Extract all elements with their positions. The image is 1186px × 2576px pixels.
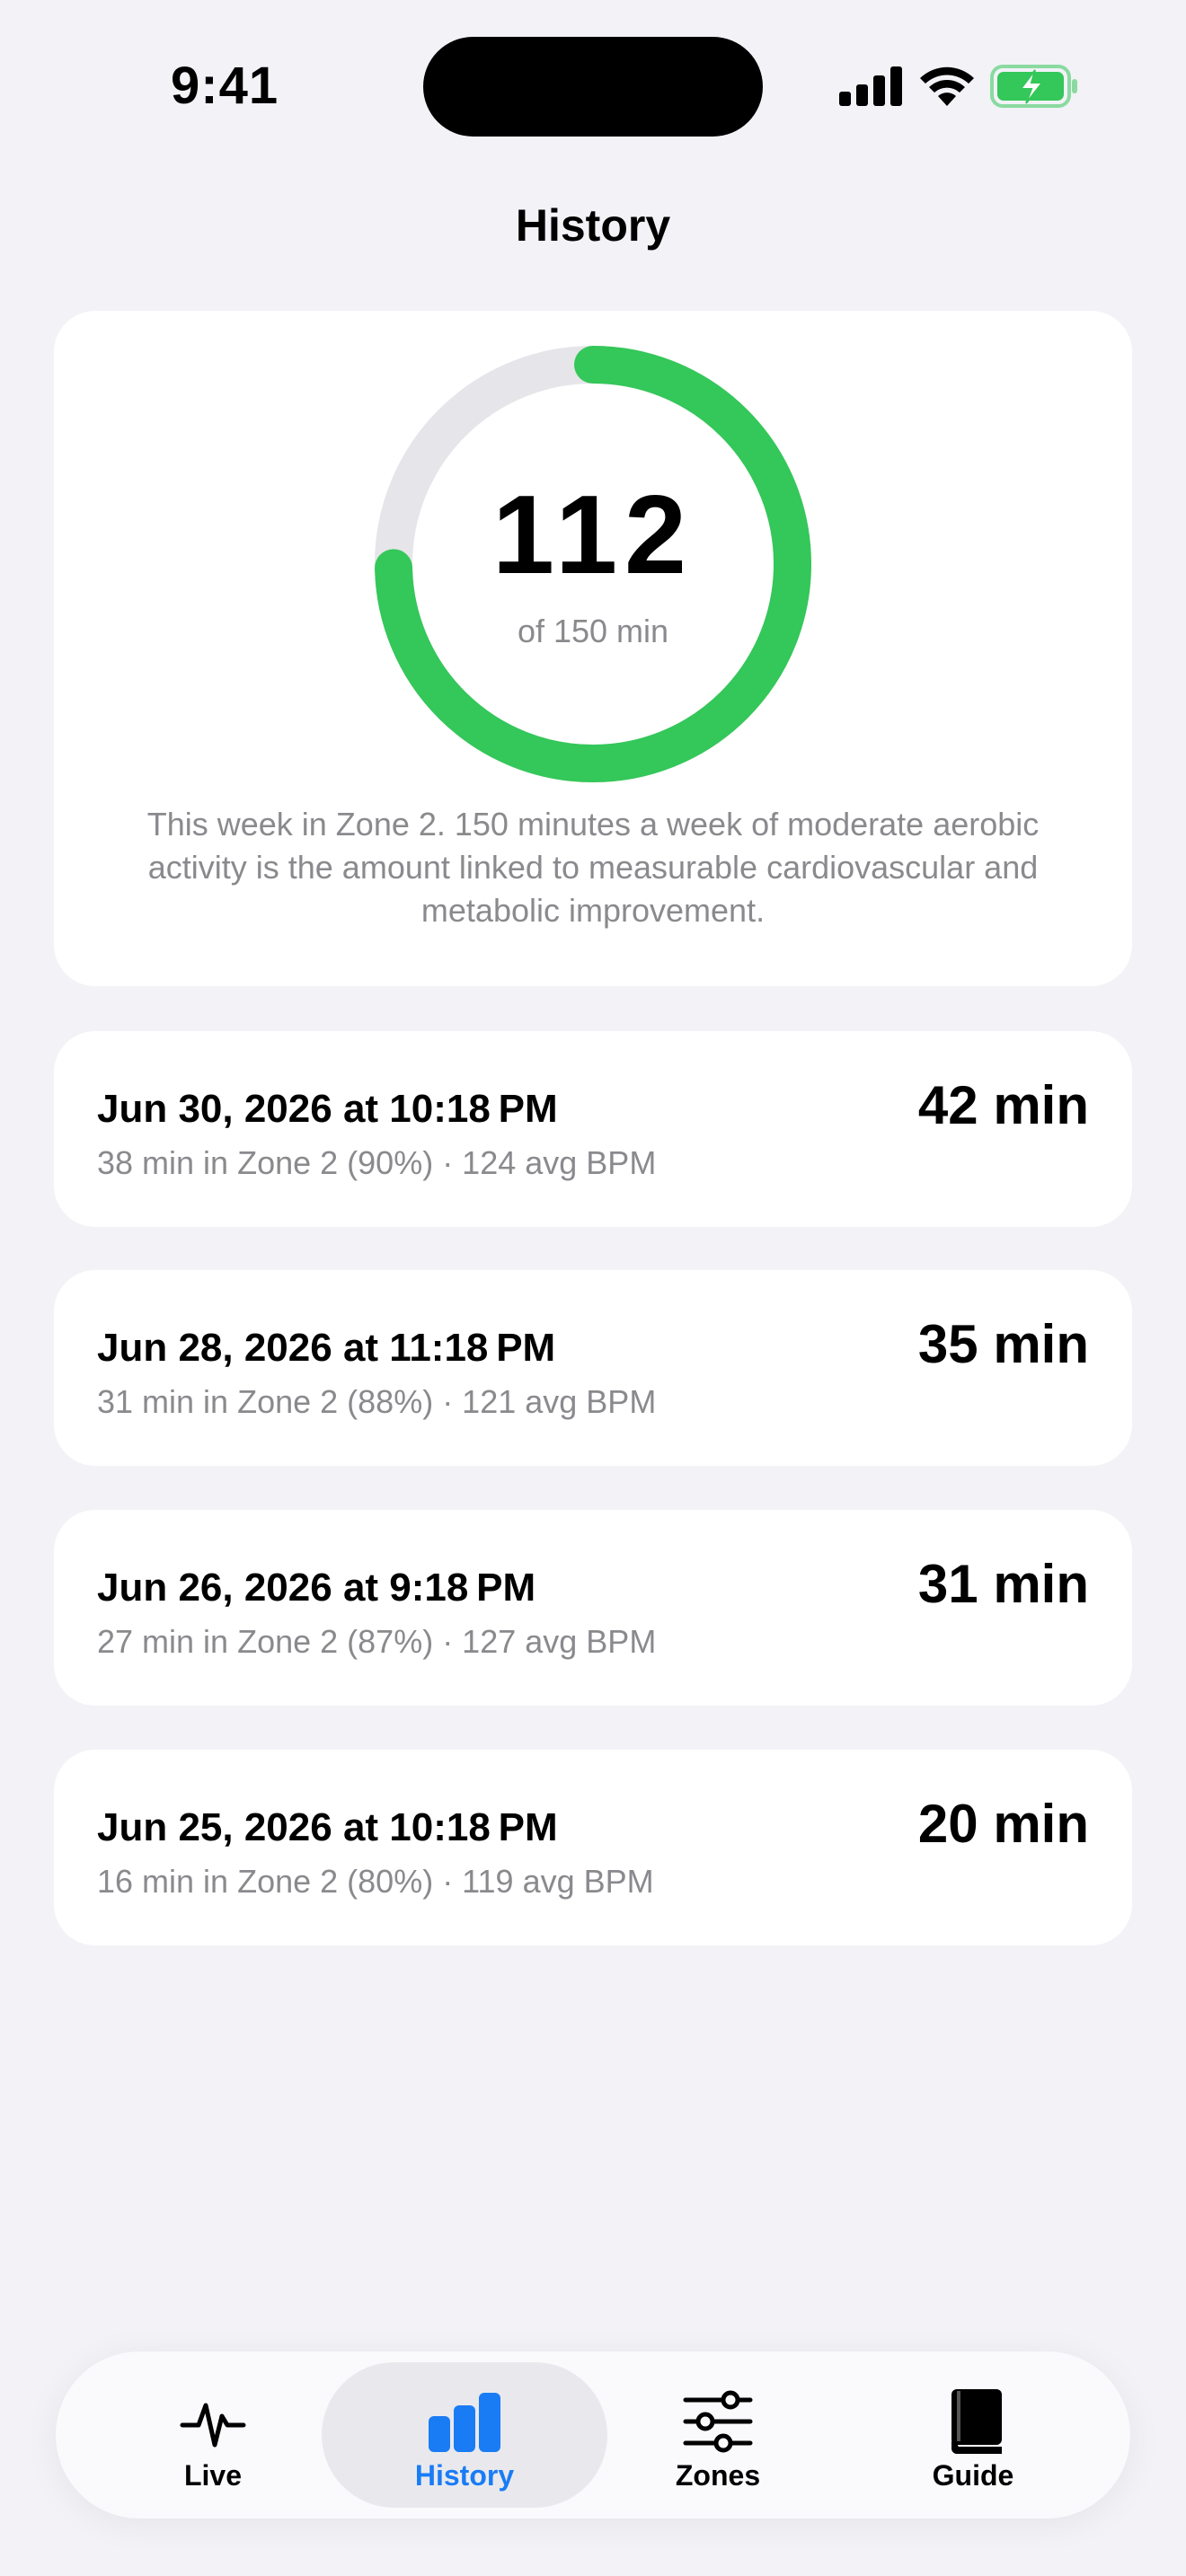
tab-label: Guide [932,2459,1014,2492]
cellular-signal-icon [839,66,902,106]
session-date: Jun 30, 2026 at 10:18 PM [97,1087,558,1131]
status-bar: 9:41 [0,0,1186,162]
wifi-icon [920,66,974,106]
status-time: 9:41 [171,57,279,115]
tab-guide[interactable]: Guide [830,2362,1116,2508]
tab-zones[interactable]: Zones [575,2362,861,2508]
session-duration: 20 min [917,1794,1089,1854]
session-duration: 35 min [917,1314,1089,1374]
tab-history[interactable]: History [322,2362,607,2508]
session-date: Jun 28, 2026 at 11:18 PM [97,1326,556,1370]
dynamic-island [423,37,763,137]
summary-description: This week in Zone 2. 150 minutes a week … [146,806,1040,929]
session-date: Jun 26, 2026 at 9:18 PM [97,1566,536,1610]
session-duration: 31 min [917,1554,1089,1614]
battery-charging-icon [990,65,1077,108]
tab-label: Live [183,2459,243,2492]
tab-label: Zones [675,2459,761,2492]
book-icon [951,2389,1002,2454]
session-card[interactable]: Jun 30, 2026 at 10:18 PM 38 min in Zone … [54,1031,1132,1227]
session-duration: 42 min [917,1075,1089,1135]
tab-live[interactable]: Live [70,2362,356,2508]
session-card[interactable]: Jun 26, 2026 at 9:18 PM 27 min in Zone 2… [54,1510,1132,1706]
tab-bar: Live History Zones Guide [56,2351,1130,2519]
page-title: History [515,200,671,251]
session-detail: 38 min in Zone 2 (90%) · 124 avg BPM [97,1144,657,1181]
sliders-icon [683,2390,753,2453]
session-detail: 16 min in Zone 2 (80%) · 119 avg BPM [97,1863,654,1900]
session-detail: 31 min in Zone 2 (88%) · 121 avg BPM [97,1383,657,1420]
session-date: Jun 25, 2026 at 10:18 PM [97,1805,558,1849]
weekly-minutes-value: 112 [491,473,695,597]
session-detail: 27 min in Zone 2 (87%) · 127 avg BPM [97,1623,657,1660]
weekly-goal-label: of 150 min [517,613,669,649]
bar-chart-icon [429,2393,500,2452]
session-card[interactable]: Jun 25, 2026 at 10:18 PM 16 min in Zone … [54,1750,1132,1945]
tab-label: History [414,2459,515,2492]
heartbeat-icon [180,2403,246,2448]
weekly-summary-card: 112 of 150 min This week in Zone 2. 150 … [54,311,1132,986]
session-card[interactable]: Jun 28, 2026 at 11:18 PM 31 min in Zone … [54,1270,1132,1466]
